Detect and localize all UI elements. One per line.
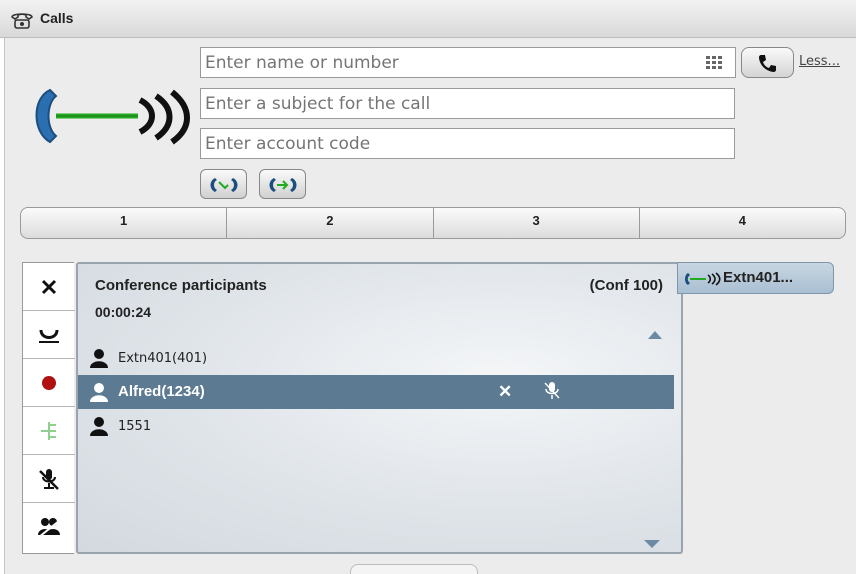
name-number-input[interactable]: [200, 47, 736, 78]
conference-all-icon: [38, 518, 60, 538]
window-title: Calls: [40, 10, 74, 26]
call-action-toolbar: [22, 262, 75, 554]
call-subject-input[interactable]: [200, 88, 735, 119]
mute-icon: [39, 468, 59, 490]
conference-mute-all-button[interactable]: [23, 503, 75, 551]
dial-button[interactable]: [741, 47, 794, 78]
active-call-tab[interactable]: Extn401...: [677, 262, 834, 294]
conference-id: (Conf 100): [589, 277, 663, 294]
participant-row[interactable]: 1551: [78, 409, 674, 443]
line-tab-3[interactable]: 3: [434, 208, 640, 238]
call-status-icon: [35, 88, 190, 145]
conference-icon: [269, 178, 297, 192]
less-options-link[interactable]: Less...: [799, 54, 840, 69]
handset-icon: [759, 55, 776, 72]
participant-row[interactable]: Extn401(401): [78, 341, 674, 375]
conference-tree-button[interactable]: [23, 407, 75, 455]
record-button[interactable]: [23, 359, 75, 407]
connected-call-icon: [685, 272, 721, 286]
hold-button[interactable]: [23, 311, 75, 359]
hold-icon: [39, 329, 59, 343]
mute-participant-icon[interactable]: [544, 381, 560, 401]
panel-resize-handle[interactable]: [350, 564, 478, 574]
scroll-down-arrow-icon[interactable]: [644, 540, 660, 548]
keypad-icon[interactable]: [703, 53, 725, 73]
telephone-icon: [11, 13, 33, 29]
line-tab-1[interactable]: 1: [21, 208, 228, 238]
participant-name: Alfred(1234): [118, 383, 205, 400]
transfer-icon: [210, 178, 238, 192]
remove-participant-icon[interactable]: ✕: [498, 382, 512, 402]
person-icon: [90, 417, 108, 436]
account-code-input[interactable]: [200, 128, 735, 159]
window-titlebar: Calls: [0, 0, 856, 38]
conference-title: Conference participants: [95, 277, 267, 294]
conference-button[interactable]: [259, 169, 306, 199]
conference-tree-icon: [41, 421, 56, 440]
call-line-tabs: 1 2 3 4: [20, 207, 846, 239]
participant-row-selected[interactable]: Alfred(1234) ✕: [78, 375, 674, 409]
transfer-button[interactable]: [200, 169, 247, 199]
line-tab-2[interactable]: 2: [227, 208, 434, 238]
record-icon: [42, 375, 56, 390]
person-icon: [90, 349, 108, 368]
conference-panel: Conference participants (Conf 100) 00:00…: [76, 262, 683, 554]
conference-duration: 00:00:24: [95, 304, 152, 320]
close-icon: [41, 279, 57, 294]
drop-call-button[interactable]: [23, 263, 75, 311]
person-icon: [90, 383, 108, 402]
mute-button[interactable]: [23, 455, 75, 503]
call-tab-label: Extn401...: [723, 269, 794, 286]
scroll-up-arrow-icon[interactable]: [648, 331, 662, 339]
participant-name: Extn401(401): [118, 351, 208, 366]
participant-name: 1551: [118, 419, 152, 434]
line-tab-4[interactable]: 4: [640, 208, 845, 238]
